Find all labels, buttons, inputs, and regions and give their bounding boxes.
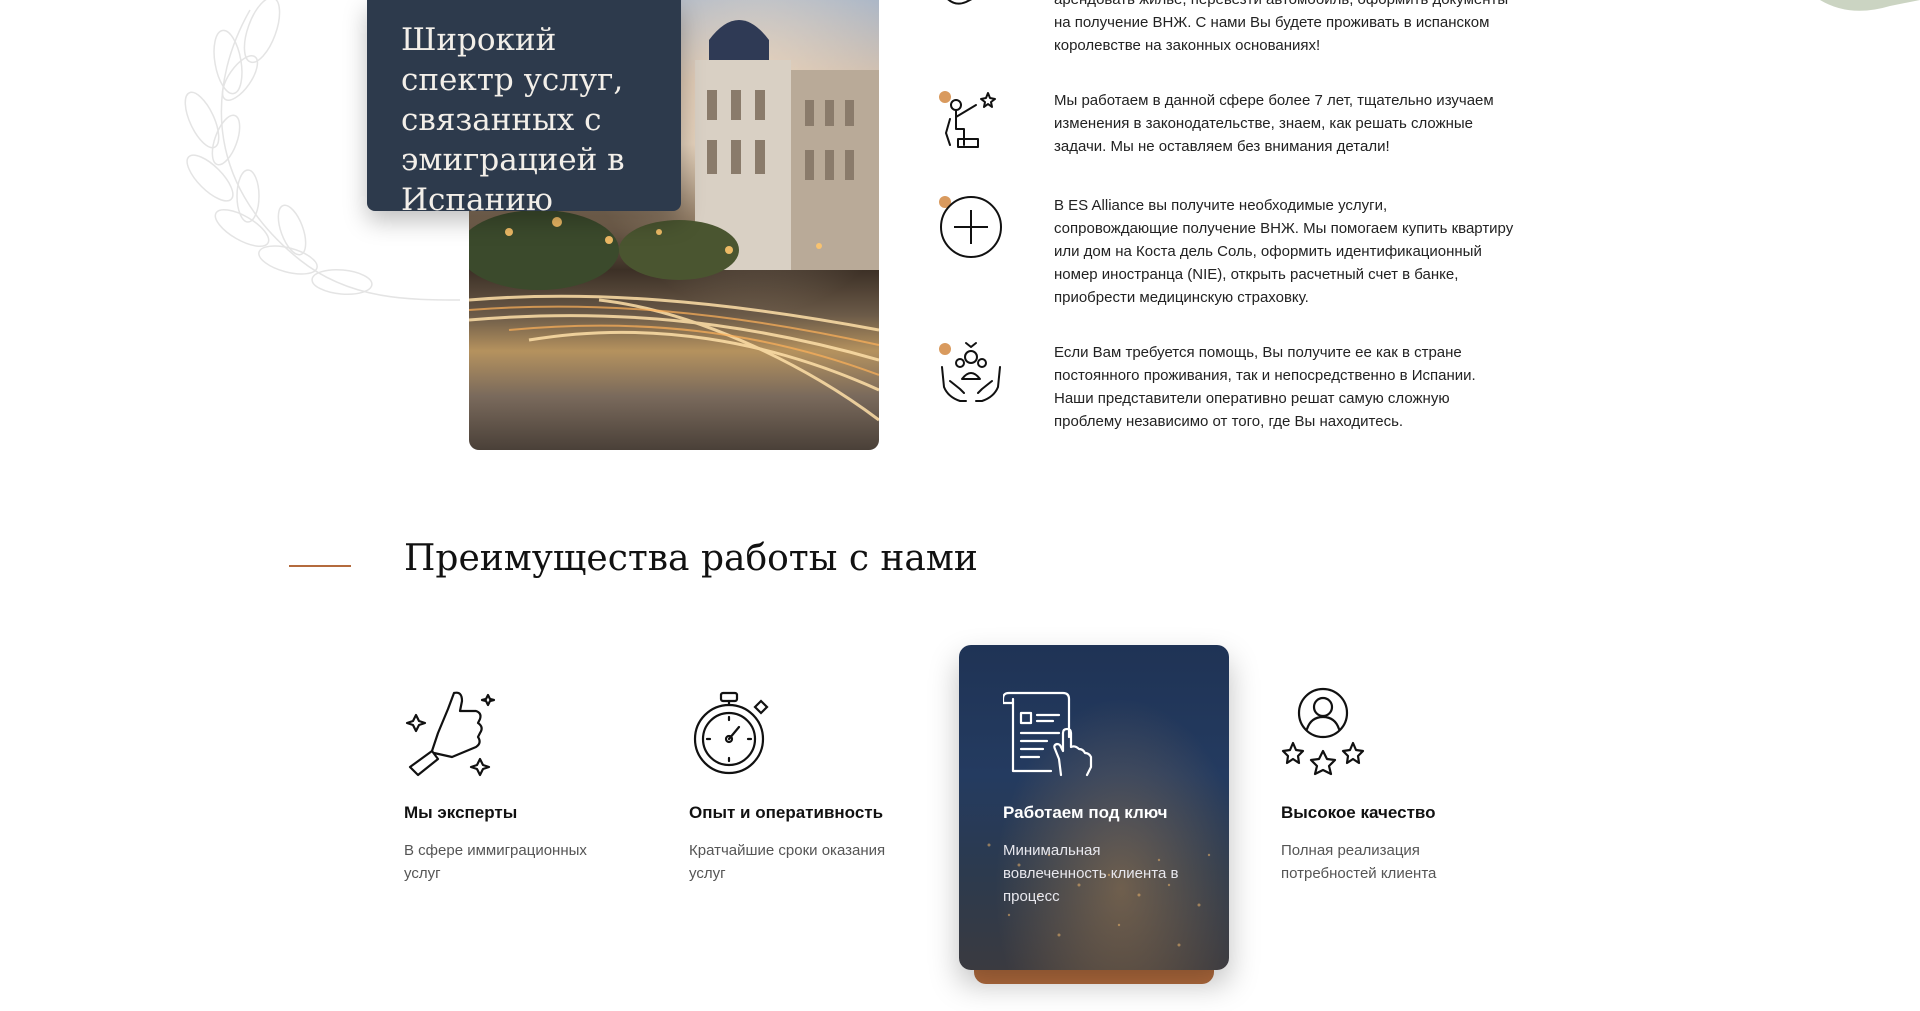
service-text: В ES Alliance вы получите необходимые ус… (1054, 197, 1514, 306)
promo-card: Широкий спектр услуг, связанных с эмигра… (367, 0, 681, 218)
advantage-title: Мы эксперты (404, 803, 518, 822)
document-hand-icon (1001, 691, 1093, 777)
stopwatch-icon (693, 691, 769, 775)
advantage-desc: Минимальная вовлеченность клиента в проц… (1003, 842, 1179, 905)
advantage-card: Мы эксперты В сфере иммиграционных услуг (404, 645, 654, 885)
thumbs-up-icon (405, 691, 496, 777)
plus-circle-icon (940, 196, 1002, 258)
promo-title: Широкий спектр услуг, связанных с эмигра… (401, 22, 625, 218)
service-text: Если Вам требуется помощь, Вы получите е… (1054, 344, 1476, 430)
map-icon (947, 0, 973, 5)
section-title: Преимущества работы с нами (404, 538, 978, 579)
section-accent-line (289, 565, 351, 567)
advantage-desc: Кратчайшие сроки оказания услуг (689, 842, 886, 882)
care-hands-icon (941, 342, 1001, 402)
service-text: Мы работаем в данной сфере более 7 лет, … (1054, 92, 1494, 155)
advantage-card: Высокое качество Полная реализация потре… (1281, 645, 1531, 885)
achievement-icon (945, 92, 996, 148)
leaf-decoration (1820, 0, 1920, 11)
advantage-title: Высокое качество (1281, 803, 1436, 822)
service-text: арендовать жилье, перевезти автомобиль, … (1054, 0, 1508, 54)
user-stars-icon (1281, 687, 1365, 776)
advantage-title: Опыт и оперативность (689, 803, 884, 822)
advantage-desc: Полная реализация потребностей клиента (1281, 842, 1437, 882)
advantage-desc: В сфере иммиграционных услуг (404, 842, 587, 882)
advantage-card-active[interactable]: Работаем под ключ Минимальная вовлеченно… (959, 645, 1229, 970)
advantage-title: Работаем под ключ (1003, 803, 1168, 822)
advantage-card: Опыт и оперативность Кратчайшие сроки ок… (689, 645, 939, 885)
